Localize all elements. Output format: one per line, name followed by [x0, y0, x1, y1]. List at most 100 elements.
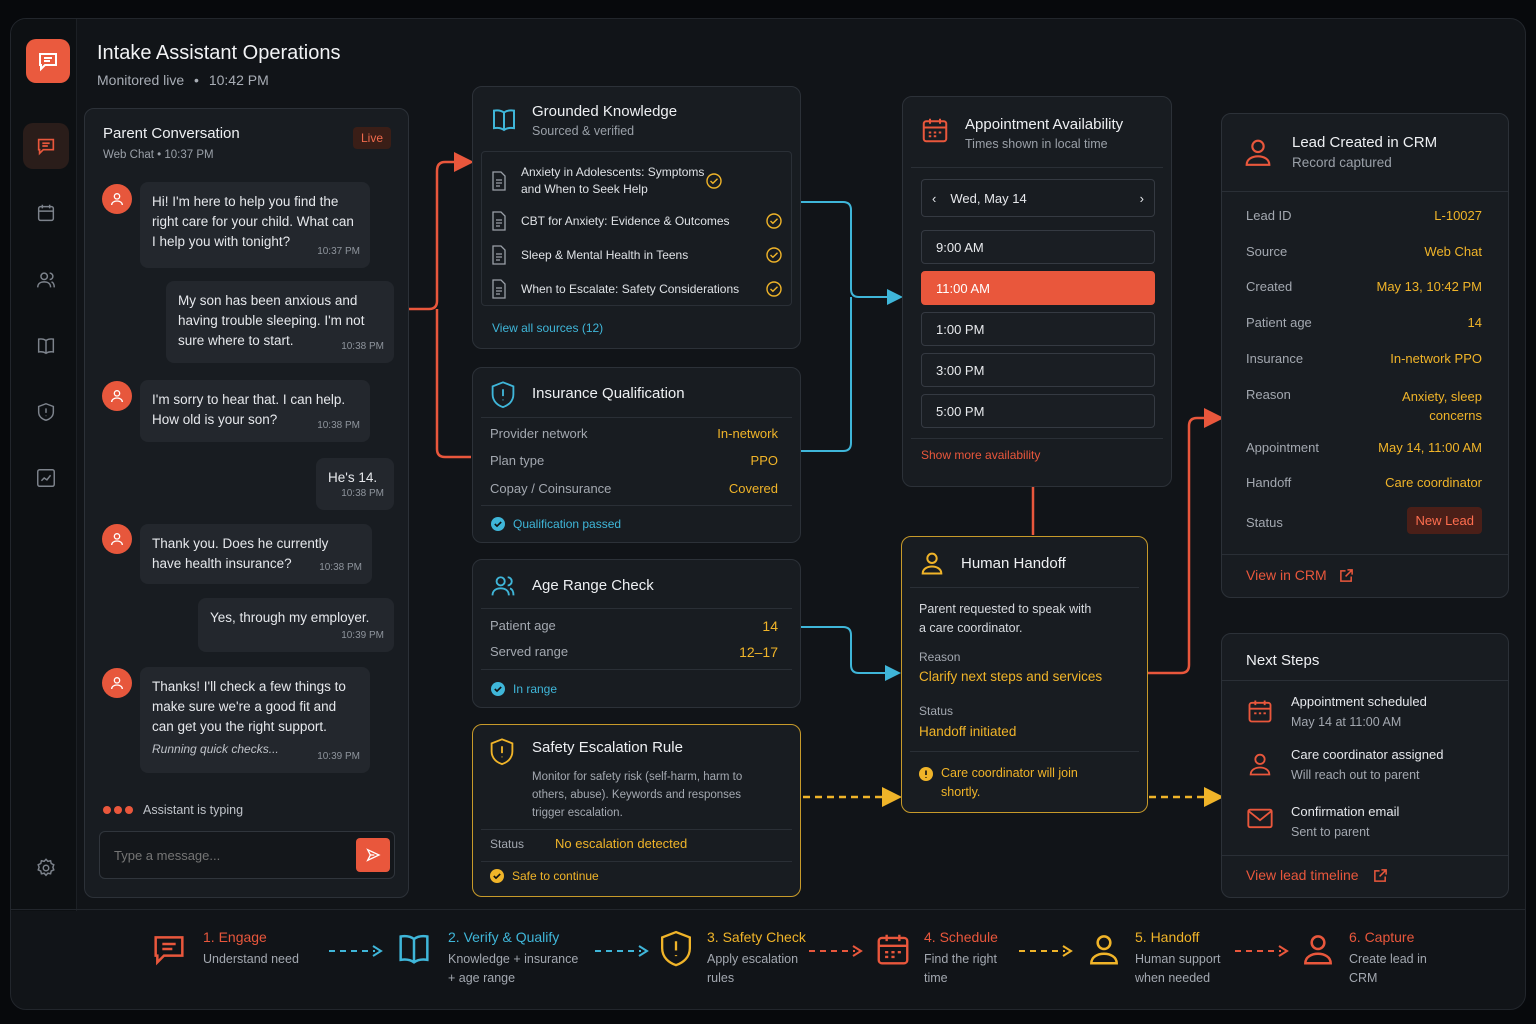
source-item[interactable]: Sleep & Mental Health in Teens — [491, 244, 782, 266]
safety-status-label: Status — [490, 837, 525, 851]
flow-arrow — [329, 945, 383, 957]
time-slot[interactable]: 9:00 AM — [921, 230, 1155, 264]
qualification-status: Qualification passed — [491, 517, 621, 531]
crm-row: Handoff Care coordinator — [1246, 475, 1482, 490]
message-input[interactable] — [100, 832, 350, 878]
info-icon — [919, 767, 933, 802]
view-in-crm-link[interactable]: View in CRM — [1246, 567, 1354, 583]
step-desc: Sent to parent — [1291, 825, 1370, 839]
flow-step-engage: 1. Engage Understand need — [149, 929, 313, 969]
user-icon — [1241, 134, 1275, 170]
step-desc: Create lead in CRM — [1349, 952, 1427, 985]
next-steps-title: Next Steps — [1246, 652, 1320, 669]
age-check-title: Age Range Check — [532, 577, 654, 594]
message-text: Thank you. Does he currently have health… — [152, 536, 329, 571]
crm-row: Reason Anxiety, sleep concerns — [1246, 387, 1482, 425]
source-item[interactable]: CBT for Anxiety: Evidence & Outcomes — [491, 210, 782, 232]
next-step-item: Confirmation email Sent to parent — [1291, 804, 1399, 839]
crm-row: Source Web Chat — [1246, 244, 1482, 259]
chevron-right-icon[interactable]: › — [1140, 191, 1144, 206]
insurance-card: Insurance Qualification Provider network… — [472, 367, 801, 543]
age-row: Served range 12–17 — [490, 644, 778, 660]
step-title: Care coordinator assigned — [1291, 747, 1444, 762]
flow-step-schedule: 4. Schedule Find the right time — [874, 929, 1010, 988]
row-value: Web Chat — [1424, 244, 1482, 259]
time-slot[interactable]: 1:00 PM — [921, 312, 1155, 346]
handoff-reason-label: Reason — [919, 650, 961, 664]
assistant-avatar — [102, 524, 132, 554]
age-row: Patient age 14 — [490, 618, 778, 634]
check-circle-icon — [491, 517, 505, 531]
crm-status-row: Status New Lead — [1246, 507, 1482, 534]
row-label: Patient age — [1246, 315, 1312, 330]
typing-text: Assistant is typing — [143, 803, 244, 817]
time-slot-selected[interactable]: 11:00 AM — [921, 271, 1155, 305]
chat-message: He's 14. 10:38 PM — [316, 458, 394, 510]
insurance-title: Insurance Qualification — [532, 385, 685, 402]
insurance-row: Plan type PPO — [490, 453, 778, 468]
message-time: 10:39 PM — [341, 630, 384, 641]
handoff-note: Care coordinator will join shortly. — [919, 764, 1091, 802]
row-label: Served range — [490, 644, 569, 659]
knowledge-card: Grounded Knowledge Sourced & verified An… — [472, 86, 801, 349]
view-lead-timeline-link[interactable]: View lead timeline — [1246, 867, 1388, 883]
send-button[interactable] — [356, 838, 390, 872]
message-text: I'm sorry to hear that. I can help. How … — [152, 392, 346, 427]
row-value: Covered — [728, 481, 778, 496]
chat-message: Thank you. Does he currently have health… — [140, 524, 372, 584]
chevron-left-icon[interactable]: ‹ — [932, 191, 936, 206]
row-label: Created — [1246, 279, 1293, 294]
qualification-result: Qualification passed — [513, 517, 622, 531]
book-icon — [489, 105, 519, 135]
crm-row: Patient age 14 — [1246, 315, 1482, 330]
row-label: Status — [1246, 515, 1283, 530]
age-result: In range — [513, 682, 558, 696]
time-slot[interactable]: 5:00 PM — [921, 394, 1155, 428]
chat-message: Hi! I'm here to help you find the right … — [140, 182, 370, 268]
source-title: When to Escalate: Safety Considerations — [521, 281, 740, 296]
row-label: Source — [1246, 244, 1288, 259]
insurance-row: Copay / Coinsurance Covered — [490, 481, 778, 496]
shield-icon — [489, 380, 517, 410]
step-desc: Understand need — [203, 952, 299, 966]
step-desc: Human support when needed — [1135, 952, 1221, 985]
crm-row: Appointment May 14, 11:00 AM — [1246, 440, 1482, 455]
source-title: Anxiety in Adolescents: Symptoms and Whe… — [521, 165, 705, 196]
crm-row: Created May 13, 10:42 PM — [1246, 279, 1482, 294]
message-text: Thanks! I'll check a few things to make … — [152, 679, 346, 734]
flow-step-handoff: 5. Handoff Human support when needed — [1085, 929, 1235, 988]
show-more-availability-link[interactable]: Show more availability — [921, 448, 1040, 462]
document-icon — [491, 211, 507, 231]
knowledge-title: Grounded Knowledge — [532, 103, 678, 120]
view-sources-link[interactable]: View all sources (12) — [492, 321, 603, 335]
check-icon — [766, 281, 782, 297]
conversation-panel: Parent Conversation Web Chat • 10:37 PM … — [84, 108, 409, 898]
shield-icon — [657, 929, 695, 988]
message-time: 10:38 PM — [317, 420, 360, 431]
message-time: 10:38 PM — [341, 341, 384, 352]
row-label: Provider network — [490, 426, 588, 441]
row-label: Reason — [1246, 387, 1291, 402]
mail-icon — [1246, 806, 1274, 832]
document-icon — [491, 171, 507, 191]
new-lead-badge: New Lead — [1407, 507, 1482, 534]
link-text: View in CRM — [1246, 567, 1327, 583]
calendar-icon — [874, 929, 912, 988]
check-circle-icon — [490, 869, 504, 883]
row-value: May 13, 10:42 PM — [1376, 279, 1483, 294]
external-link-icon — [1373, 868, 1388, 883]
step-name: 3. Safety Check — [707, 929, 806, 945]
source-item[interactable]: Anxiety in Adolescents: Symptoms and Whe… — [491, 164, 782, 198]
chat-message: Thanks! I'll check a few things to make … — [140, 667, 370, 773]
next-step-item: Appointment scheduled May 14 at 11:00 AM — [1291, 694, 1427, 729]
appointment-subtitle: Times shown in local time — [965, 137, 1108, 151]
handoff-reason: Clarify next steps and services — [919, 669, 1103, 684]
selected-date: Wed, May 14 — [950, 190, 1027, 206]
user-icon — [1299, 929, 1337, 988]
time-slot[interactable]: 3:00 PM — [921, 353, 1155, 387]
handoff-note-text: Care coordinator will join shortly. — [941, 766, 1078, 799]
safety-description: Monitor for safety risk (self-harm, harm… — [532, 771, 743, 819]
source-item[interactable]: When to Escalate: Safety Considerations — [491, 278, 782, 300]
date-picker: ‹ Wed, May 14 › — [921, 179, 1155, 217]
book-icon — [394, 929, 434, 988]
